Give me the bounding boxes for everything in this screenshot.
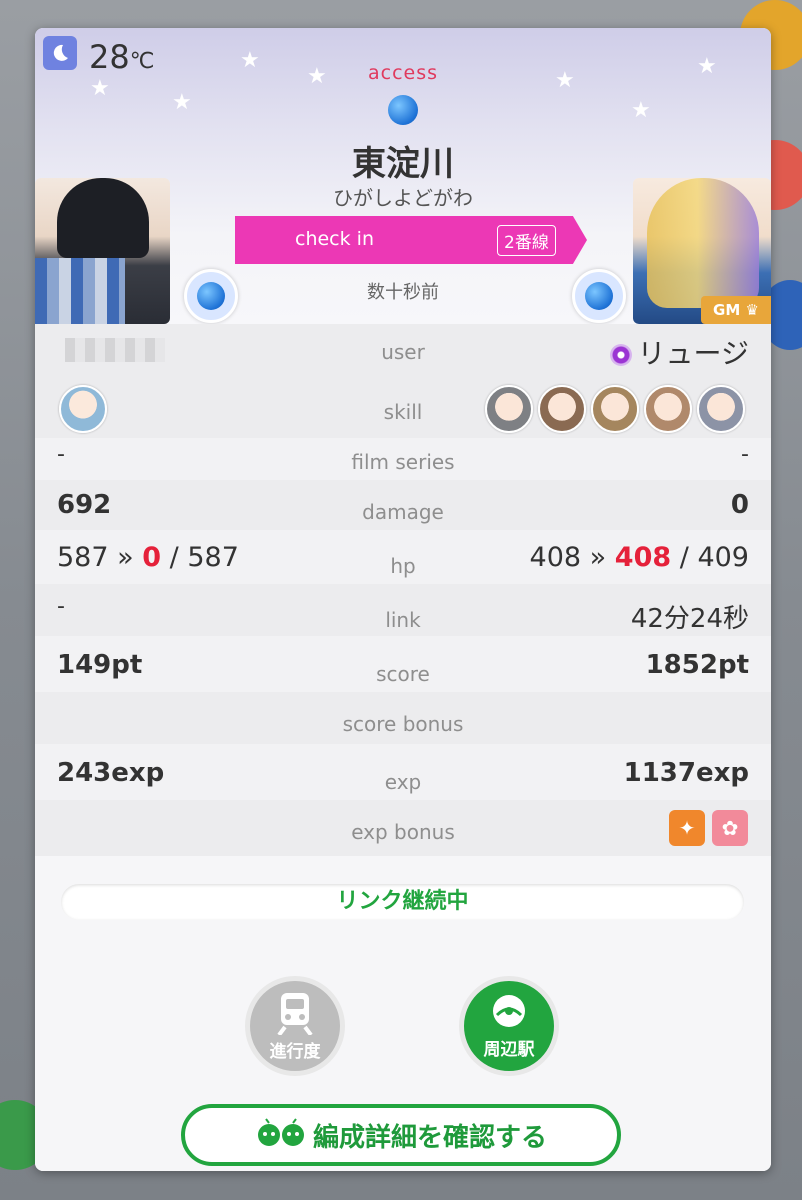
- checkin-result-dialog: ★ ★ ★ ★ ★ ★ ★ 28℃ access 東淀川 ひがしよどがわ che…: [35, 28, 771, 1171]
- row-user: user リュージ: [35, 324, 771, 380]
- formation-icon: [255, 1117, 307, 1154]
- row-exp-bonus: exp bonus ✦ ✿: [35, 800, 771, 858]
- skill-avatar[interactable]: [538, 385, 586, 433]
- score-right: 1852pt: [645, 650, 749, 680]
- row-link: - link 42分24秒: [35, 584, 771, 638]
- skill-avatar[interactable]: [485, 385, 533, 433]
- skill-avatar[interactable]: [644, 385, 692, 433]
- exp-bonus-boost-icon[interactable]: ✦: [669, 810, 705, 846]
- star-decoration: ★: [631, 98, 651, 123]
- row-label: score bonus: [342, 712, 464, 736]
- link-duration: 42分24秒: [630, 604, 749, 634]
- access-label: access: [367, 62, 439, 84]
- row-skill: skill: [35, 378, 771, 440]
- link-status: リンク継続中: [61, 884, 744, 920]
- station-denco-ring[interactable]: [572, 269, 626, 323]
- progress-button[interactable]: 進行度: [245, 976, 345, 1076]
- row-score-bonus: score bonus: [35, 692, 771, 746]
- user-opponent: リュージ: [609, 332, 749, 372]
- bottom-panel: リンク継続中 進行度 周辺駅 編成詳細を確認する: [35, 856, 771, 1171]
- train-icon: [277, 992, 313, 1035]
- damage-right: 0: [730, 490, 749, 520]
- user-character-portrait[interactable]: [35, 178, 170, 324]
- row-damage: 692 damage 0: [35, 480, 771, 532]
- film-series-right: -: [741, 442, 749, 467]
- gm-badge: GM ♛: [701, 296, 771, 324]
- checkin-label: check in: [295, 228, 374, 250]
- station-header: ★ ★ ★ ★ ★ ★ ★ 28℃ access 東淀川 ひがしよどがわ che…: [35, 28, 771, 324]
- row-exp: 243exp exp 1137exp: [35, 744, 771, 802]
- row-label: damage: [362, 500, 444, 524]
- attribute-icon: [609, 344, 632, 366]
- skill-avatar[interactable]: [697, 385, 745, 433]
- nearby-stations-button[interactable]: 周辺駅: [459, 976, 559, 1076]
- row-label: film series: [351, 450, 455, 474]
- map-pin-icon: [493, 994, 525, 1027]
- station-orb-icon: [388, 95, 418, 125]
- row-film-series: - film series -: [35, 438, 771, 482]
- star-decoration: ★: [172, 90, 192, 115]
- checkin-banner: check in 2番線: [235, 216, 587, 264]
- skill-avatar[interactable]: [591, 385, 639, 433]
- line-badge: 2番線: [497, 225, 556, 256]
- character-hair: [57, 178, 149, 258]
- exp-right: 1137exp: [623, 758, 749, 788]
- row-score: 149pt score 1852pt: [35, 636, 771, 694]
- hp-right: 408 » 408 / 409: [529, 542, 749, 573]
- pixelated-area: [35, 258, 125, 324]
- formation-detail-button[interactable]: 編成詳細を確認する: [181, 1104, 621, 1166]
- character-hair: [647, 178, 759, 308]
- row-hp: 587 » 0 / 587 hp 408 » 408 / 409: [35, 530, 771, 586]
- exp-bonus-flower-icon[interactable]: ✿: [712, 810, 748, 846]
- user-denco-ring[interactable]: [184, 269, 238, 323]
- row-label: exp bonus: [351, 820, 455, 844]
